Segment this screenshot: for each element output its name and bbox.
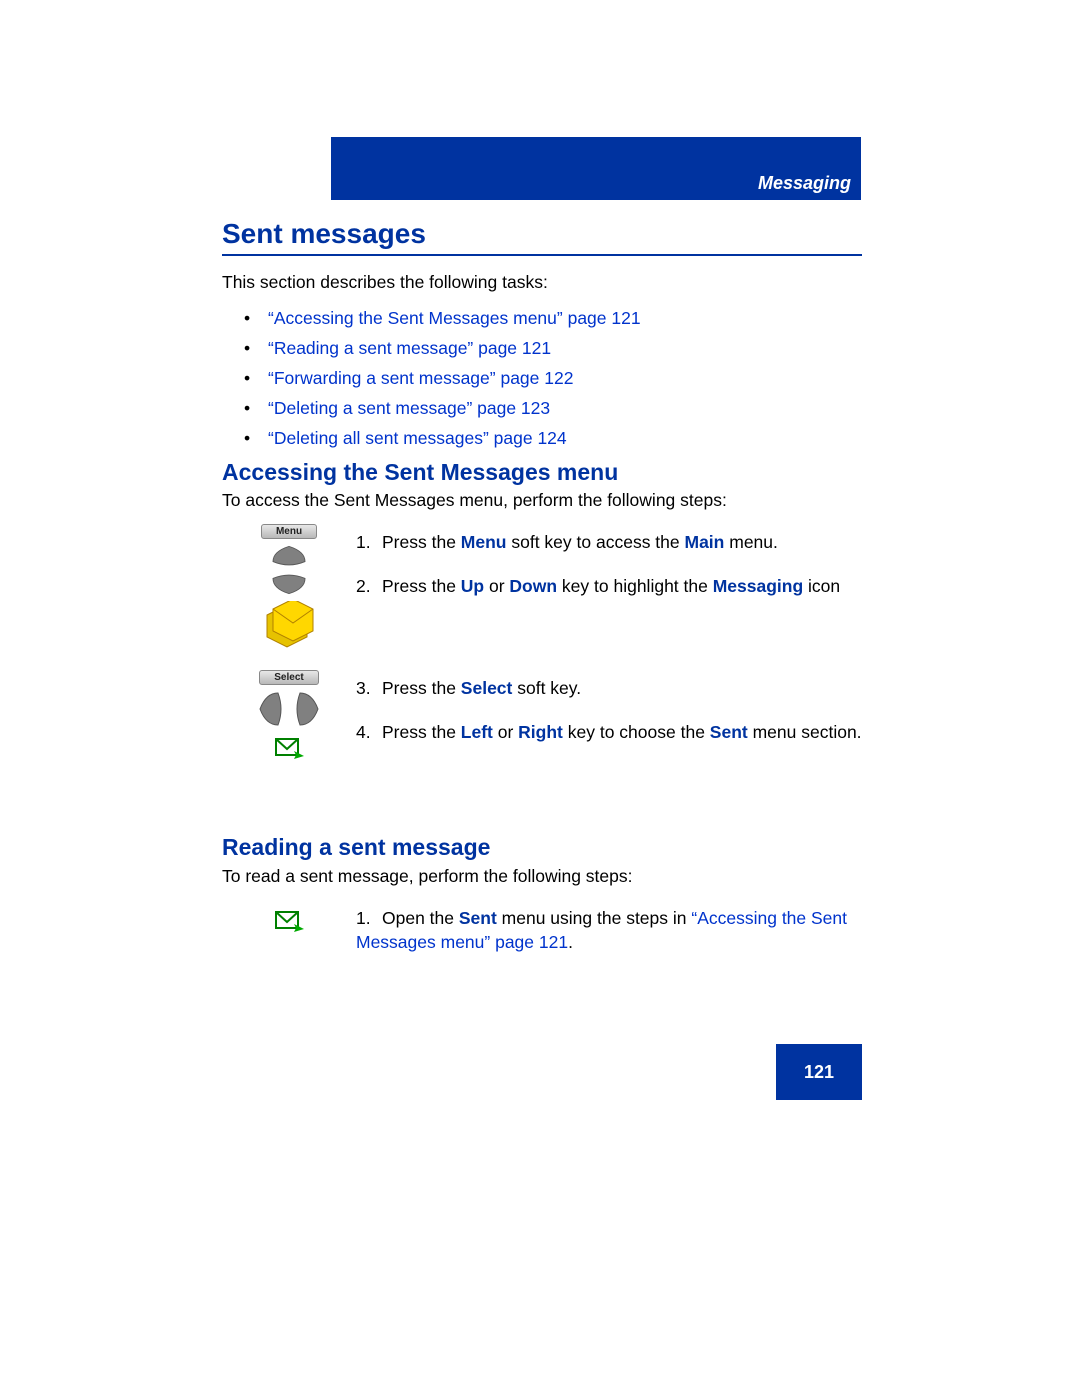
toc-list: “Accessing the Sent Messages menu” page … [244, 308, 641, 458]
messaging-envelope-icon [261, 601, 317, 649]
toc-item: “Deleting a sent message” page 123 [244, 398, 641, 419]
key-menu: Menu [461, 532, 507, 552]
icon-column: Menu [222, 524, 356, 649]
toc-link[interactable]: “Reading a sent message” page 121 [268, 338, 551, 358]
section-heading-accessing: Accessing the Sent Messages menu [222, 459, 618, 486]
key-select: Select [461, 678, 513, 698]
key-down: Down [509, 576, 557, 596]
toc-link[interactable]: “Deleting a sent message” page 123 [268, 398, 550, 418]
toc-item: “Forwarding a sent message” page 122 [244, 368, 641, 389]
toc-link[interactable]: “Deleting all sent messages” page 124 [268, 428, 567, 448]
intro-text: This section describes the following tas… [222, 272, 548, 293]
left-right-nav-icon [254, 689, 324, 729]
step-number: 1. [356, 906, 382, 930]
key-messaging: Messaging [713, 576, 803, 596]
section-intro-accessing: To access the Sent Messages menu, perfor… [222, 490, 727, 511]
header-bar: Messaging [331, 137, 861, 200]
page-number-box: 121 [776, 1044, 862, 1100]
step-text: 1.Press the Menu soft key to access the … [356, 524, 862, 670]
toc-item: “Deleting all sent messages” page 124 [244, 428, 641, 449]
key-sent: Sent [459, 908, 497, 928]
step-row: Menu 1.Press the Menu soft key to access… [222, 524, 862, 670]
sent-envelope-icon [274, 906, 304, 932]
steps-reading: 1.Open the Sent menu using the steps in … [222, 900, 862, 954]
step-number: 1. [356, 530, 382, 554]
step-text: 3.Press the Select soft key. 4.Press the… [356, 670, 862, 744]
toc-item: “Reading a sent message” page 121 [244, 338, 641, 359]
page-title: Sent messages [222, 218, 862, 256]
menu-softkey-icon: Menu [261, 524, 317, 539]
header-section-label: Messaging [758, 173, 851, 194]
steps-accessing: Menu 1.Press the Menu soft key to access… [222, 524, 862, 759]
page-number: 121 [804, 1062, 834, 1083]
select-softkey-icon: Select [259, 670, 318, 685]
section-intro-reading: To read a sent message, perform the foll… [222, 866, 633, 887]
section-heading-reading: Reading a sent message [222, 834, 490, 861]
step-row: Select 3.Press the Select soft key. 4.Pr… [222, 670, 862, 759]
key-up: Up [461, 576, 484, 596]
key-left: Left [461, 722, 493, 742]
sent-envelope-icon [274, 733, 304, 759]
key-sent: Sent [710, 722, 748, 742]
step-text: 1.Open the Sent menu using the steps in … [356, 900, 862, 954]
key-right: Right [518, 722, 563, 742]
toc-link[interactable]: “Accessing the Sent Messages menu” page … [268, 308, 641, 328]
toc-item: “Accessing the Sent Messages menu” page … [244, 308, 641, 329]
step-row: 1.Open the Sent menu using the steps in … [222, 900, 862, 954]
step-number: 3. [356, 676, 382, 700]
icon-column: Select [222, 670, 356, 759]
up-down-nav-icon [262, 543, 316, 597]
icon-column [222, 900, 356, 932]
toc-link[interactable]: “Forwarding a sent message” page 122 [268, 368, 573, 388]
step-number: 4. [356, 720, 382, 744]
key-main: Main [685, 532, 725, 552]
step-number: 2. [356, 574, 382, 598]
